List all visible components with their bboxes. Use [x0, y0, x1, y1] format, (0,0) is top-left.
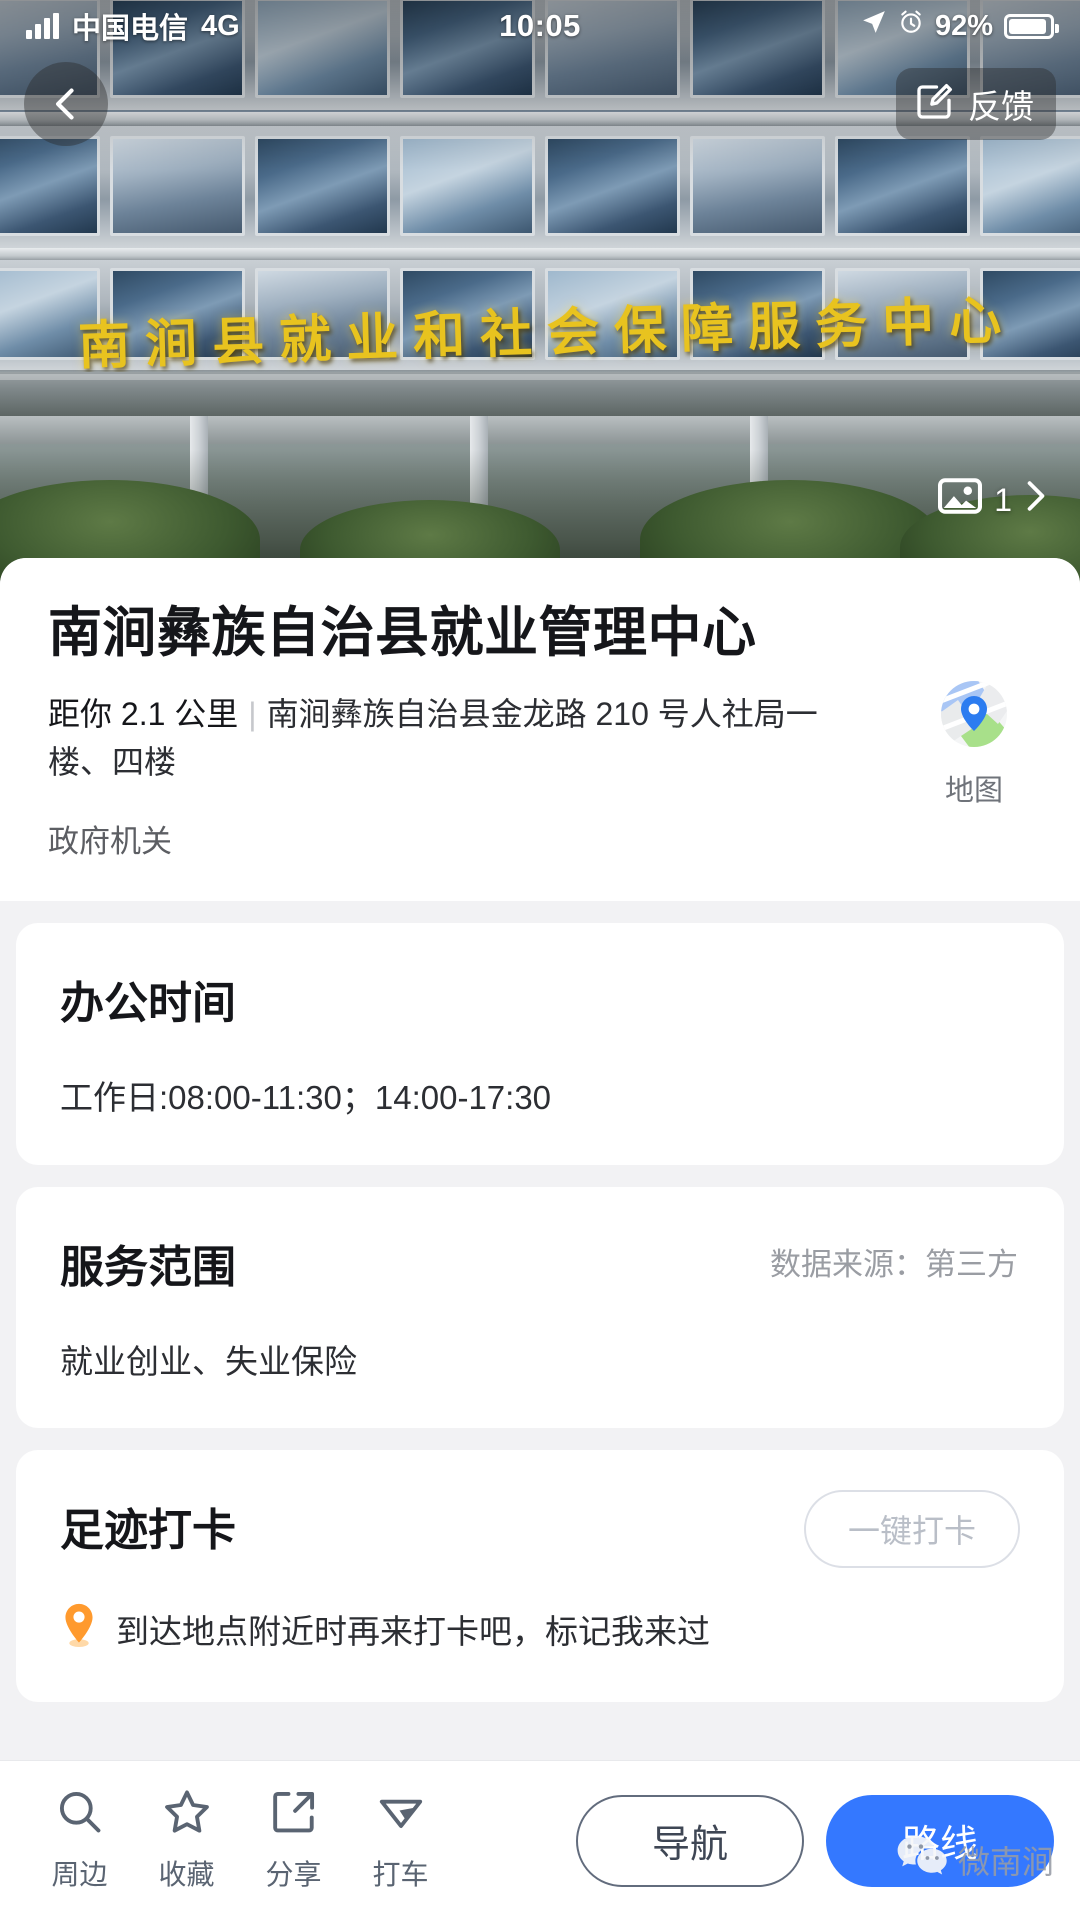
- taxi-hail-icon: [377, 1788, 425, 1841]
- bottom-action-bar: 周边 收藏 分享 打车 导航 路线: [0, 1760, 1080, 1920]
- location-pin-icon: [60, 1602, 98, 1656]
- facade-window: [0, 136, 100, 236]
- map-thumbnail-icon: [936, 676, 1012, 757]
- edit-pencil-icon: [914, 82, 954, 127]
- search-icon: [56, 1788, 104, 1841]
- office-hours-card: 办公时间 工作日:08:00-11:30；14:00-17:30: [16, 923, 1064, 1165]
- image-icon: [938, 478, 983, 522]
- tool-favorite[interactable]: 收藏: [133, 1788, 240, 1893]
- network-type: 4G: [201, 9, 240, 42]
- building-sign-char: 中: [881, 291, 936, 354]
- facade-window: [545, 136, 681, 236]
- alarm-clock-icon: [898, 9, 924, 43]
- carrier-name: 中国电信: [72, 13, 189, 45]
- tool-share[interactable]: 分享: [240, 1788, 347, 1893]
- facade-window: [980, 136, 1080, 236]
- battery-icon: [1004, 13, 1059, 39]
- tool-share-label: 分享: [265, 1859, 322, 1890]
- building-sign-char: 心: [948, 289, 1003, 353]
- building-sign-char: 保: [613, 298, 668, 362]
- checkin-button-label: 一键打卡: [847, 1513, 976, 1550]
- chevron-right-icon: [1024, 480, 1048, 520]
- facade-window: [254, 136, 390, 236]
- building-sign-char: 业: [345, 306, 401, 369]
- navigate-button[interactable]: 导航: [576, 1794, 804, 1887]
- detail-sheet: 南涧彝族自治县就业管理中心 距你 2.1 公里 | 南涧彝族自治县金龙路 210 号…: [0, 558, 1080, 1920]
- back-button[interactable]: [24, 62, 108, 146]
- meta-separator: |: [248, 696, 257, 733]
- navigate-button-label: 导航: [651, 1824, 728, 1866]
- building-sign-char: 就: [278, 308, 334, 371]
- facade-window: [109, 136, 245, 236]
- service-scope-value: 就业创业、失业保险: [60, 1342, 357, 1380]
- top-navigation: 反馈: [0, 62, 1080, 146]
- building-sign-char: 务: [814, 293, 869, 356]
- entrance-canopy-lower: [0, 416, 1080, 444]
- checkin-hint: 到达地点附近时再来打卡吧，标记我来过: [60, 1602, 1020, 1656]
- service-scope-card: 服务范围 数据来源：第三方 就业创业、失业保险: [16, 1186, 1064, 1429]
- checkin-hint-text: 到达地点附近时再来打卡吧，标记我来过: [116, 1613, 710, 1651]
- app-screen: 南涧县就业和社会保障服务中心 中国电信 4G 10:05 92% 反馈 1 南涧…: [0, 0, 1080, 1920]
- chevron-left-icon: [56, 88, 74, 120]
- battery-percent: 92%: [934, 9, 993, 42]
- star-icon: [163, 1788, 211, 1841]
- building-sign-char: 和: [412, 304, 468, 368]
- signal-bars-icon: [26, 13, 59, 39]
- building-sign-char: 涧: [144, 312, 200, 375]
- office-hours-value: 工作日:08:00-11:30；14:00-17:30: [60, 1079, 552, 1117]
- photo-gallery-badge[interactable]: 1: [938, 478, 1048, 522]
- tool-nearby-label: 周边: [51, 1859, 108, 1890]
- distance-text: 距你 2.1 公里: [48, 696, 239, 733]
- one-tap-checkin-button[interactable]: 一键打卡: [804, 1490, 1020, 1569]
- tool-favorite-label: 收藏: [158, 1859, 215, 1890]
- primary-actions: 导航 路线: [576, 1794, 1054, 1887]
- facade-window: [835, 136, 971, 236]
- feedback-button[interactable]: 反馈: [896, 68, 1056, 140]
- page-title: 南涧彝族自治县就业管理中心: [48, 603, 757, 663]
- route-button[interactable]: 路线: [826, 1794, 1054, 1887]
- poi-meta: 距你 2.1 公里 | 南涧彝族自治县金龙路 210 号人社局一楼、四楼: [48, 690, 838, 786]
- checkin-card: 足迹打卡 一键打卡 到达地点附近时再来打卡吧，标记我来过: [16, 1450, 1064, 1703]
- office-hours-title: 办公时间: [60, 979, 236, 1029]
- building-sign-char: 会: [546, 300, 601, 364]
- building-sign-char: 南: [77, 313, 133, 377]
- data-source-note: 数据来源：第三方: [770, 1246, 1018, 1282]
- map-entry-button[interactable]: 地图: [914, 676, 1034, 809]
- map-entry-label: 地图: [944, 775, 1003, 807]
- facade-window: [690, 136, 826, 236]
- photo-count-value: 1: [994, 481, 1012, 518]
- canopy-rail: [0, 374, 1080, 380]
- location-arrow-icon: [861, 9, 887, 43]
- building-sign-char: 服: [747, 295, 802, 358]
- poi-category: 政府机关: [48, 824, 172, 860]
- building-sign-char: 障: [680, 297, 735, 360]
- tool-taxi[interactable]: 打车: [347, 1788, 454, 1893]
- status-bar: 中国电信 4G 10:05 92%: [0, 0, 1080, 52]
- route-button-label: 路线: [901, 1824, 978, 1866]
- building-sign-char: 社: [479, 302, 534, 366]
- tool-taxi-label: 打车: [372, 1859, 429, 1890]
- poi-header-card: 南涧彝族自治县就业管理中心 距你 2.1 公里 | 南涧彝族自治县金龙路 210 号…: [0, 558, 1080, 902]
- feedback-label: 反馈: [968, 88, 1034, 125]
- tool-nearby[interactable]: 周边: [26, 1788, 133, 1893]
- building-sign-char: 县: [211, 310, 267, 373]
- share-icon: [270, 1788, 318, 1841]
- facade-window: [399, 136, 535, 236]
